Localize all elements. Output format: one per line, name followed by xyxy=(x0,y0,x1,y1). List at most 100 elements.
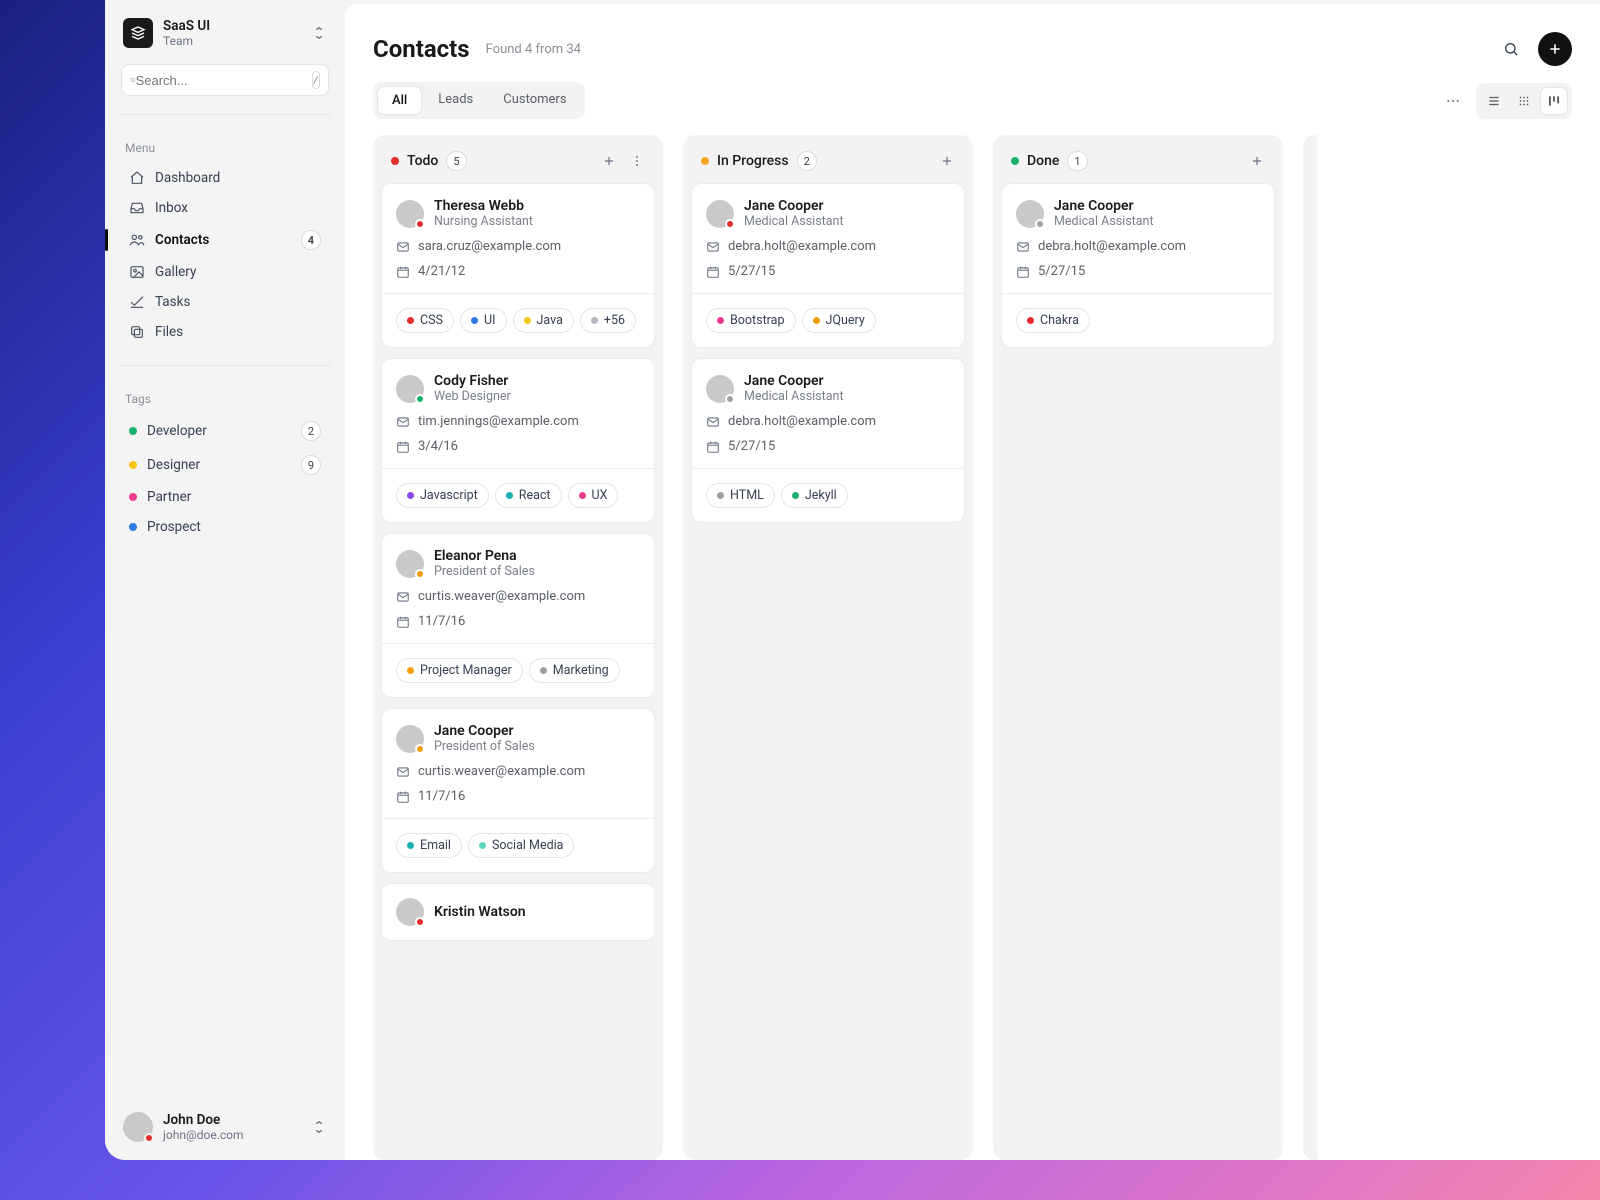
tag-chip[interactable]: Marketing xyxy=(529,658,620,683)
contact-card[interactable]: Cody Fisher Web Designer tim.jennings@ex… xyxy=(381,358,655,523)
more-options-button[interactable] xyxy=(1438,86,1468,116)
tag-chip[interactable]: Bootstrap xyxy=(706,308,796,333)
sidebar-item-label: Contacts xyxy=(155,232,291,248)
plus-icon xyxy=(602,154,616,168)
tag-chip[interactable]: Chakra xyxy=(1016,308,1090,333)
contact-tags: CSSUIJava+56 xyxy=(396,308,640,333)
contact-card[interactable]: Jane Cooper President of Sales curtis.we… xyxy=(381,708,655,873)
tag-dot-icon xyxy=(479,842,486,849)
contact-avatar xyxy=(396,725,424,753)
column-header: Todo 5 xyxy=(381,143,655,183)
user-avatar xyxy=(123,1112,153,1142)
tag-chip[interactable]: JQuery xyxy=(802,308,876,333)
column-add-button[interactable] xyxy=(1247,151,1267,171)
column-status-dot-icon xyxy=(1011,157,1019,165)
user-switcher[interactable]: John Doe john@doe.com xyxy=(121,1108,329,1146)
contact-role: President of Sales xyxy=(434,739,535,754)
mail-icon xyxy=(1016,240,1030,254)
dots-vertical-icon xyxy=(630,154,644,168)
tag-chip[interactable]: Javascript xyxy=(396,483,489,508)
sidebar-item-files[interactable]: Files xyxy=(121,317,329,347)
contact-role: President of Sales xyxy=(434,564,535,579)
contact-avatar xyxy=(1016,200,1044,228)
tag-chip[interactable]: Project Manager xyxy=(396,658,523,683)
contact-role: Nursing Assistant xyxy=(434,214,533,229)
user-email: john@doe.com xyxy=(163,1128,301,1142)
tag-chip[interactable]: HTML xyxy=(706,483,775,508)
calendar-icon xyxy=(396,615,410,629)
column-add-button[interactable] xyxy=(937,151,957,171)
contact-date: 3/4/16 xyxy=(418,439,458,454)
check-icon xyxy=(129,294,145,310)
tag-dot-icon xyxy=(506,492,513,499)
kanban-column-done: Done 1 Jane Cooper Medical Assistant deb… xyxy=(993,135,1283,1160)
sidebar-item-tasks[interactable]: Tasks xyxy=(121,287,329,317)
sidebar-tag-developer[interactable]: Developer 2 xyxy=(121,414,329,448)
contact-card[interactable]: Theresa Webb Nursing Assistant sara.cruz… xyxy=(381,183,655,348)
search-input[interactable] xyxy=(136,73,312,88)
tag-chip[interactable]: UI xyxy=(460,308,507,333)
mail-icon xyxy=(396,590,410,604)
contact-tags: Project ManagerMarketing xyxy=(396,658,640,683)
sidebar-item-contacts[interactable]: Contacts 4 xyxy=(121,223,329,257)
add-contact-button[interactable] xyxy=(1538,32,1572,66)
sidebar-item-dashboard[interactable]: Dashboard xyxy=(121,163,329,193)
page-header: Contacts Found 4 from 34 xyxy=(345,4,1600,76)
tag-chip-label: Chakra xyxy=(1040,313,1079,328)
column-menu-button[interactable] xyxy=(627,151,647,171)
contact-card[interactable]: Jane Cooper Medical Assistant debra.holt… xyxy=(691,358,965,523)
sidebar-item-gallery[interactable]: Gallery xyxy=(121,257,329,287)
tag-chip[interactable]: Social Media xyxy=(468,833,575,858)
sidebar-tag-count: 2 xyxy=(301,421,321,441)
contact-name: Jane Cooper xyxy=(434,723,535,739)
contact-email-row: debra.holt@example.com xyxy=(1016,239,1260,254)
view-kanban-button[interactable] xyxy=(1540,87,1568,115)
workspace-name: SaaS UI xyxy=(163,18,301,34)
tag-chip[interactable]: Jekyll xyxy=(781,483,848,508)
sidebar-item-inbox[interactable]: Inbox xyxy=(121,193,329,223)
kanban-column-in-progress: In Progress 2 Jane Cooper Medical Assist… xyxy=(683,135,973,1160)
search-button[interactable] xyxy=(1494,32,1528,66)
sidebar-tag-prospect[interactable]: Prospect xyxy=(121,512,329,542)
tag-chip[interactable]: Email xyxy=(396,833,462,858)
contact-status-dot xyxy=(415,219,425,229)
contact-avatar xyxy=(396,200,424,228)
sidebar-tag-label: Prospect xyxy=(147,519,321,535)
tag-chip-label: Email xyxy=(420,838,451,853)
tag-chip[interactable]: +56 xyxy=(580,308,636,333)
plus-icon xyxy=(1547,41,1563,57)
copy-icon xyxy=(129,324,145,340)
sidebar-tag-partner[interactable]: Partner xyxy=(121,482,329,512)
sidebar-item-label: Dashboard xyxy=(155,170,321,186)
contact-name: Jane Cooper xyxy=(1054,198,1154,214)
sidebar-tag-designer[interactable]: Designer 9 xyxy=(121,448,329,482)
contact-card[interactable]: Jane Cooper Medical Assistant debra.holt… xyxy=(1001,183,1275,348)
column-cards: Jane Cooper Medical Assistant debra.holt… xyxy=(1001,183,1275,1152)
workspace-switcher[interactable]: SaaS UI Team xyxy=(121,14,329,52)
contact-status-dot xyxy=(725,394,735,404)
column-add-button[interactable] xyxy=(599,151,619,171)
contact-card[interactable]: Jane Cooper Medical Assistant debra.holt… xyxy=(691,183,965,348)
divider xyxy=(382,643,654,644)
sidebar-item-label: Inbox xyxy=(155,200,321,216)
contact-card[interactable]: Eleanor Pena President of Sales curtis.w… xyxy=(381,533,655,698)
tag-chip[interactable]: UX xyxy=(568,483,619,508)
view-list-button[interactable] xyxy=(1480,87,1508,115)
tag-chip-label: Javascript xyxy=(420,488,478,503)
tag-dot-icon xyxy=(407,492,414,499)
tab-leads[interactable]: Leads xyxy=(424,86,487,115)
calendar-icon xyxy=(396,440,410,454)
sidebar-item-label: Gallery xyxy=(155,264,321,280)
tag-chip[interactable]: React xyxy=(495,483,562,508)
tag-chip[interactable]: Java xyxy=(513,308,574,333)
contact-name: Jane Cooper xyxy=(744,198,844,214)
tag-chip[interactable]: CSS xyxy=(396,308,454,333)
contact-email: tim.jennings@example.com xyxy=(418,414,579,429)
users-icon xyxy=(129,232,145,248)
divider xyxy=(1002,293,1274,294)
workspace-team: Team xyxy=(163,34,301,48)
contact-card[interactable]: Kristin Watson xyxy=(381,883,655,941)
tab-all[interactable]: All xyxy=(377,86,422,115)
view-grid-button[interactable] xyxy=(1510,87,1538,115)
tab-customers[interactable]: Customers xyxy=(489,86,580,115)
